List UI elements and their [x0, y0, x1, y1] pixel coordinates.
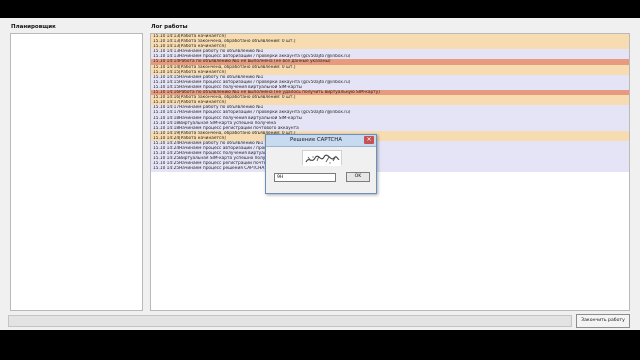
dialog-titlebar[interactable]: Решение CAPTCHA ✕ — [266, 135, 376, 147]
captcha-image — [302, 150, 342, 166]
log-title: Лог работы — [151, 24, 188, 30]
finish-work-button[interactable]: Закончить работу — [576, 314, 630, 328]
log-time: 15.10 14:25 — [153, 166, 180, 172]
log-row: 15.10 14:25Начинаем процесс решения CAPT… — [151, 166, 629, 172]
log-panel[interactable]: 15.10 14:13[Работа начинается] 15.10 14:1… — [150, 33, 630, 311]
captcha-input[interactable]: 9H — [274, 173, 336, 182]
close-icon[interactable]: ✕ — [364, 136, 374, 144]
dialog-title: Решение CAPTCHA — [289, 137, 343, 143]
planning-title: Планировщик — [11, 24, 56, 30]
captcha-dialog: Решение CAPTCHA ✕ 9H OK — [265, 134, 377, 194]
ok-button[interactable]: OK — [346, 172, 370, 182]
status-bar — [8, 315, 572, 327]
planning-panel[interactable] — [10, 33, 143, 311]
captcha-picture — [303, 153, 341, 166]
log-message: Начинаем процесс решения CAPTCHA — [179, 166, 265, 172]
log-list: 15.10 14:13[Работа начинается] 15.10 14:1… — [151, 34, 629, 172]
